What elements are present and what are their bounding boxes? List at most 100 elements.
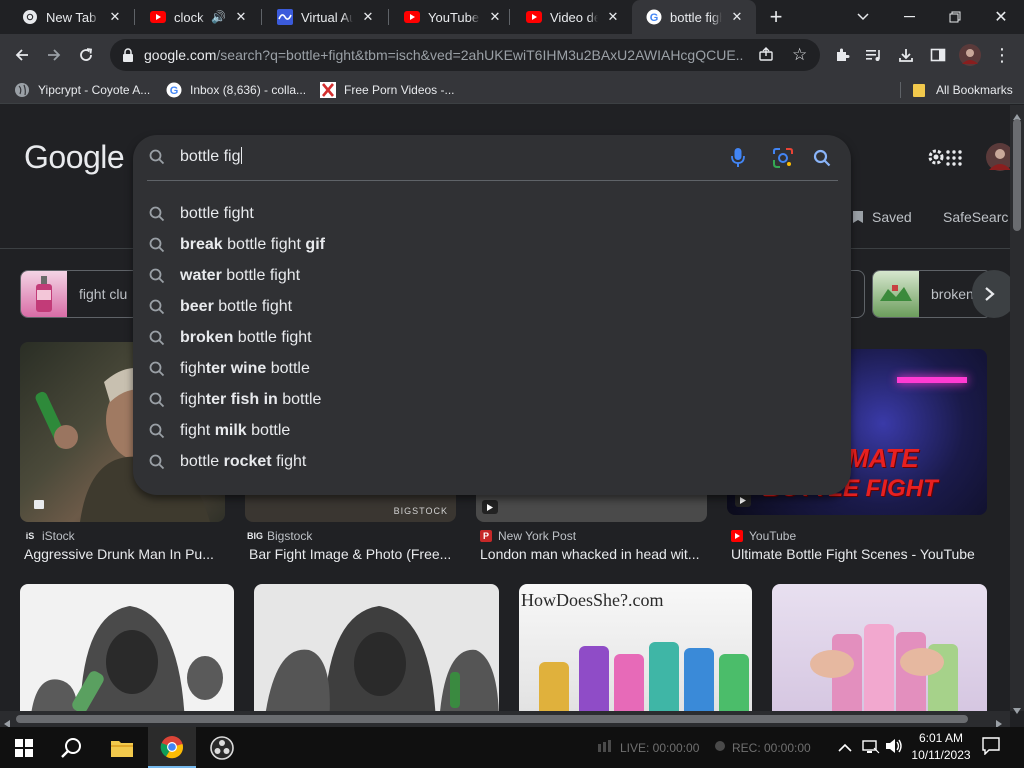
reload-button[interactable]: [72, 41, 100, 69]
suggestion-item[interactable]: bottle fight: [133, 198, 851, 229]
tab-virtual-audio[interactable]: Virtual Au ✕: [263, 0, 387, 34]
suggestion-item[interactable]: beer bottle fight: [133, 291, 851, 322]
result-source-2[interactable]: BIG Bigstock: [247, 529, 312, 543]
bookmark-yipcrypt[interactable]: Yipcrypt - Coyote A...: [14, 81, 150, 99]
tab-separator: [388, 9, 389, 25]
saved-button[interactable]: Saved: [852, 209, 912, 225]
tab-separator: [509, 9, 510, 25]
avatar: [959, 44, 981, 66]
tab-bottle-fight[interactable]: G bottle figh ✕: [632, 0, 756, 34]
minimize-button[interactable]: [886, 0, 932, 34]
arrow-left-icon: [15, 49, 28, 61]
result-caption-4[interactable]: Ultimate Bottle Fight Scenes - YouTube: [731, 546, 996, 562]
suggestion-text: beer bottle fight: [180, 298, 292, 316]
downloads-button[interactable]: [892, 41, 920, 69]
suggestion-item[interactable]: water bottle fight: [133, 260, 851, 291]
result-caption-2[interactable]: Bar Fight Image & Photo (Free...: [249, 546, 454, 562]
address-bar[interactable]: google.com/search?q=bottle+fight&tbm=isc…: [110, 39, 820, 71]
tab-separator: [261, 9, 262, 25]
close-tab-icon[interactable]: ✕: [359, 8, 377, 26]
chevron-right-icon: [985, 287, 995, 301]
apps-grid-icon[interactable]: [946, 150, 962, 171]
bookmark-free-videos[interactable]: Free Porn Videos -...: [320, 81, 455, 99]
suggestion-plain-part: fight: [180, 421, 215, 439]
result-source-4[interactable]: YouTube: [731, 529, 796, 543]
restore-button[interactable]: [932, 0, 978, 34]
volume-icon[interactable]: [885, 738, 903, 759]
horizontal-scrollbar[interactable]: [0, 711, 1010, 728]
tab-youtube[interactable]: YouTube ✕: [390, 0, 514, 34]
suggestion-item[interactable]: bottle rocket fight: [133, 446, 851, 477]
safesearch-button[interactable]: SafeSearc: [943, 209, 1008, 225]
tab-clock[interactable]: clock - 🔊 ✕: [136, 0, 260, 34]
close-tab-icon[interactable]: ✕: [106, 8, 124, 26]
voice-search-icon[interactable]: [730, 147, 746, 174]
new-tab-button[interactable]: +: [762, 3, 790, 31]
extensions-button[interactable]: [828, 41, 856, 69]
result-source-3[interactable]: P New York Post: [480, 529, 576, 543]
result-image-5[interactable]: [20, 584, 234, 711]
suggestion-bold-part: rocket: [223, 452, 272, 470]
obs-taskbar-button[interactable]: [198, 727, 246, 768]
live-icon: [598, 740, 614, 755]
browser-menu-button[interactable]: ⋮: [988, 41, 1016, 69]
result-source-1[interactable]: iS iStock: [24, 529, 75, 543]
close-tab-icon[interactable]: ✕: [486, 8, 504, 26]
chip-fight-club[interactable]: fight clu: [20, 270, 140, 318]
side-panel-button[interactable]: [924, 41, 952, 69]
close-tab-icon[interactable]: ✕: [232, 8, 250, 26]
taskbar-search-button[interactable]: [48, 727, 96, 768]
show-hidden-icons-button[interactable]: [838, 740, 852, 758]
horizontal-scroll-thumb[interactable]: [16, 715, 968, 723]
back-button[interactable]: [8, 41, 36, 69]
share-icon[interactable]: [758, 46, 774, 65]
bookmark-label: Inbox (8,636) - colla...: [190, 83, 307, 97]
search-input[interactable]: bottle fig: [180, 147, 243, 166]
suggestion-text: fighter fish in bottle: [180, 391, 321, 409]
result-image-6[interactable]: [254, 584, 499, 711]
result-image-7[interactable]: HowDoesShe?.com: [519, 584, 752, 711]
lens-search-icon[interactable]: [772, 148, 794, 173]
result-caption-1[interactable]: Aggressive Drunk Man In Pu...: [24, 546, 219, 562]
profile-button[interactable]: [956, 41, 984, 69]
close-window-button[interactable]: ✕: [978, 0, 1024, 34]
close-tab-icon[interactable]: ✕: [728, 8, 746, 26]
bookmark-inbox[interactable]: G Inbox (8,636) - colla...: [166, 81, 306, 99]
all-bookmarks-button[interactable]: All Bookmarks: [912, 81, 1013, 99]
result-image-8[interactable]: [772, 584, 987, 711]
speaker-icon[interactable]: 🔊: [211, 10, 226, 24]
notifications-button[interactable]: [982, 737, 1000, 760]
result-caption-3[interactable]: London man whacked in head wit...: [480, 546, 705, 562]
google-logo[interactable]: Google: [24, 139, 125, 176]
settings-icon[interactable]: [926, 147, 946, 172]
lock-icon[interactable]: [122, 48, 134, 62]
scroll-down-arrow-icon[interactable]: [1013, 701, 1021, 719]
search-submit-icon[interactable]: [813, 149, 831, 172]
url-text[interactable]: google.com/search?q=bottle+fight&tbm=isc…: [144, 47, 744, 63]
forward-button[interactable]: [40, 41, 68, 69]
suggestion-item[interactable]: fight milk bottle: [133, 415, 851, 446]
tab-video-details[interactable]: Video deta ✕: [512, 0, 632, 34]
bookmark-star-icon[interactable]: ☆: [792, 45, 807, 65]
media-control-button[interactable]: [860, 41, 888, 69]
system-clock[interactable]: 6:01 AM 10/11/2023: [910, 730, 972, 764]
text-cursor: [241, 147, 243, 164]
start-button[interactable]: [0, 727, 48, 768]
suggestion-item[interactable]: broken bottle fight: [133, 322, 851, 353]
vertical-scrollbar[interactable]: [1010, 105, 1024, 714]
suggestion-item[interactable]: fighter fish in bottle: [133, 384, 851, 415]
chip-label: fight clu: [79, 286, 128, 302]
suggestion-item[interactable]: break bottle fight gif: [133, 229, 851, 260]
account-avatar[interactable]: [985, 142, 1010, 177]
network-icon[interactable]: [862, 739, 880, 760]
vertical-scroll-thumb[interactable]: [1013, 119, 1021, 231]
bookmarks-bar: Yipcrypt - Coyote A... G Inbox (8,636) -…: [0, 76, 1024, 104]
chrome-taskbar-button[interactable]: [148, 727, 196, 768]
chips-next-button[interactable]: [972, 270, 1010, 318]
suggestion-item[interactable]: fighter wine bottle: [133, 353, 851, 384]
search-icon: [149, 330, 165, 346]
tab-new-tab[interactable]: New Tab ✕: [8, 0, 134, 34]
file-explorer-button[interactable]: [98, 727, 146, 768]
close-tab-icon[interactable]: ✕: [604, 8, 622, 26]
tab-search-button[interactable]: [840, 0, 886, 34]
